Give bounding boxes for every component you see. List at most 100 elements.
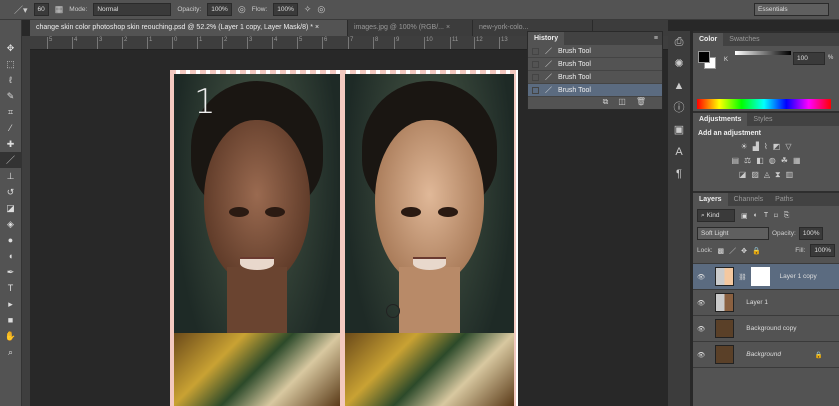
k-value-field[interactable]: 100	[793, 52, 825, 65]
brush-settings-icon[interactable]: ✺	[668, 53, 690, 75]
pressure-opacity-icon[interactable]: ◎	[238, 4, 246, 15]
new-document-from-state-icon[interactable]: ⧉	[603, 97, 609, 109]
blur-tool-icon[interactable]: ●	[0, 232, 21, 248]
invert-icon[interactable]: ◪	[739, 170, 747, 180]
quick-select-tool-icon[interactable]: ✎	[0, 88, 21, 104]
levels-icon[interactable]: ▟	[753, 142, 759, 151]
opacity-field[interactable]: 100%	[207, 3, 232, 16]
selective-color-icon[interactable]: ⧗	[775, 170, 781, 180]
move-tool-icon[interactable]: ✥	[0, 40, 21, 56]
panel-menu-icon[interactable]: ≡	[654, 35, 662, 42]
tab-adjustments[interactable]: Adjustments	[693, 113, 748, 126]
crop-tool-icon[interactable]: ⌗	[0, 104, 21, 120]
visibility-eye-icon[interactable]: 👁	[697, 299, 705, 307]
brush-tool-icon[interactable]: ／▾	[14, 3, 28, 16]
layer-mask-thumbnail[interactable]	[750, 267, 770, 286]
lock-all-icon[interactable]: 🔒	[752, 247, 761, 255]
lock-transparent-icon[interactable]: ▩	[718, 247, 725, 255]
info-icon[interactable]: ⓘ	[668, 97, 690, 119]
visibility-eye-icon[interactable]: 👁	[697, 325, 705, 333]
layer-row[interactable]: 👁 ⛓ Layer 1 copy	[693, 264, 839, 290]
marquee-tool-icon[interactable]: ⬚	[0, 56, 21, 72]
foreground-color-swatch[interactable]	[698, 51, 710, 63]
pressure-size-icon[interactable]: ◎	[317, 4, 325, 15]
black-white-icon[interactable]: ◧	[756, 156, 764, 165]
type-tool-icon[interactable]: T	[0, 280, 21, 296]
eraser-tool-icon[interactable]: ◪	[0, 200, 21, 216]
brush-size-picker[interactable]: 60	[33, 3, 49, 16]
threshold-icon[interactable]: ◬	[764, 170, 770, 180]
lasso-tool-icon[interactable]: ℓ	[0, 72, 21, 88]
close-icon[interactable]: ×	[446, 24, 450, 31]
exposure-icon[interactable]: ◩	[773, 142, 781, 151]
histogram-icon[interactable]: ▲	[668, 75, 690, 97]
paint-bucket-tool-icon[interactable]: ◈	[0, 216, 21, 232]
color-spectrum-bar[interactable]	[697, 99, 831, 109]
channel-mixer-icon[interactable]: ☘	[781, 156, 788, 165]
tab-styles[interactable]: Styles	[747, 113, 778, 126]
color-lookup-icon[interactable]: ▦	[793, 156, 801, 165]
vibrance-icon[interactable]: ▽	[785, 142, 791, 151]
character-icon[interactable]: A	[668, 141, 690, 163]
brightness-contrast-icon[interactable]: ☀	[741, 142, 748, 151]
hue-saturation-icon[interactable]: ▤	[731, 156, 739, 165]
mode-select[interactable]: Normal	[93, 3, 172, 16]
tab-layers[interactable]: Layers	[693, 193, 728, 206]
visibility-eye-icon[interactable]: 👁	[697, 273, 705, 281]
pen-tool-icon[interactable]: ✒	[0, 264, 21, 280]
fill-field[interactable]: 100%	[810, 244, 835, 257]
tab-color[interactable]: Color	[693, 33, 724, 46]
trash-icon[interactable]: 🗑	[636, 97, 646, 109]
history-item[interactable]: ／ Brush Tool	[528, 45, 662, 58]
lock-position-icon[interactable]: ✥	[741, 247, 747, 255]
filter-adjustment-icon[interactable]: ◐	[754, 212, 758, 219]
posterize-icon[interactable]: ▨	[751, 170, 759, 180]
history-item[interactable]: ／ Brush Tool	[528, 71, 662, 84]
photo-filter-icon[interactable]: ◍	[769, 156, 776, 165]
flow-field[interactable]: 100%	[273, 3, 298, 16]
dodge-tool-icon[interactable]: ◖	[0, 248, 21, 264]
filter-smart-object-icon[interactable]: ⎘	[784, 212, 790, 220]
color-balance-icon[interactable]: ⚖	[744, 156, 751, 165]
curves-icon[interactable]: ⌇	[764, 142, 768, 151]
zoom-tool-icon[interactable]: ⌕	[0, 344, 21, 360]
path-select-tool-icon[interactable]: ▸	[0, 296, 21, 312]
filter-kind-select[interactable]: ⌕ Kind	[697, 209, 735, 222]
tab-images[interactable]: images.jpg @ 100% (RGB/... ×	[348, 20, 473, 36]
close-icon[interactable]: ×	[315, 24, 319, 31]
lock-pixels-icon[interactable]: ／	[729, 246, 736, 256]
history-brush-tool-icon[interactable]: ↺	[0, 184, 21, 200]
visibility-eye-icon[interactable]: 👁	[697, 351, 705, 359]
layer-row[interactable]: 👁 Background copy	[693, 316, 839, 342]
filter-pixel-icon[interactable]: ▣	[741, 212, 748, 220]
filter-shape-icon[interactable]: ⌑	[774, 212, 778, 220]
document-canvas[interactable]: 1	[170, 70, 518, 406]
airbrush-icon[interactable]: ✧	[304, 4, 312, 15]
eyedropper-tool-icon[interactable]: ⁄	[0, 120, 21, 136]
tab-change-skin-color[interactable]: change skin color photoshop skin reouchi…	[30, 20, 348, 36]
link-icon[interactable]: ⛓	[738, 273, 746, 281]
workspace-select[interactable]: Essentials	[754, 3, 829, 16]
healing-brush-tool-icon[interactable]: ✚	[0, 136, 21, 152]
hand-tool-icon[interactable]: ✋	[0, 328, 21, 344]
navigator-icon[interactable]: ▣	[668, 119, 690, 141]
tab-history[interactable]: History	[528, 32, 565, 45]
layer-row[interactable]: 👁 Layer 1	[693, 290, 839, 316]
history-item-selected[interactable]: ／ Brush Tool	[528, 84, 662, 97]
k-slider[interactable]	[735, 51, 791, 55]
history-panel-icon[interactable]: ⎙	[668, 31, 690, 53]
history-item[interactable]: ／ Brush Tool	[528, 58, 662, 71]
clone-stamp-tool-icon[interactable]: ⊥	[0, 168, 21, 184]
tab-paths[interactable]: Paths	[769, 193, 799, 206]
blend-mode-select[interactable]: Soft Light	[697, 227, 769, 240]
tab-channels[interactable]: Channels	[728, 193, 770, 206]
brush-tool-icon[interactable]: ／	[0, 152, 21, 168]
paragraph-icon[interactable]: ¶	[668, 163, 690, 185]
tab-swatches[interactable]: Swatches	[723, 33, 765, 46]
brush-panel-toggle-icon[interactable]: ▦	[55, 4, 64, 15]
snapshot-icon[interactable]: ◫	[618, 97, 626, 109]
layer-opacity-field[interactable]: 100%	[798, 227, 824, 240]
shape-tool-icon[interactable]: ■	[0, 312, 21, 328]
gradient-map-icon[interactable]: ▥	[786, 170, 794, 180]
layer-row[interactable]: 👁 Background 🔒	[693, 342, 839, 368]
